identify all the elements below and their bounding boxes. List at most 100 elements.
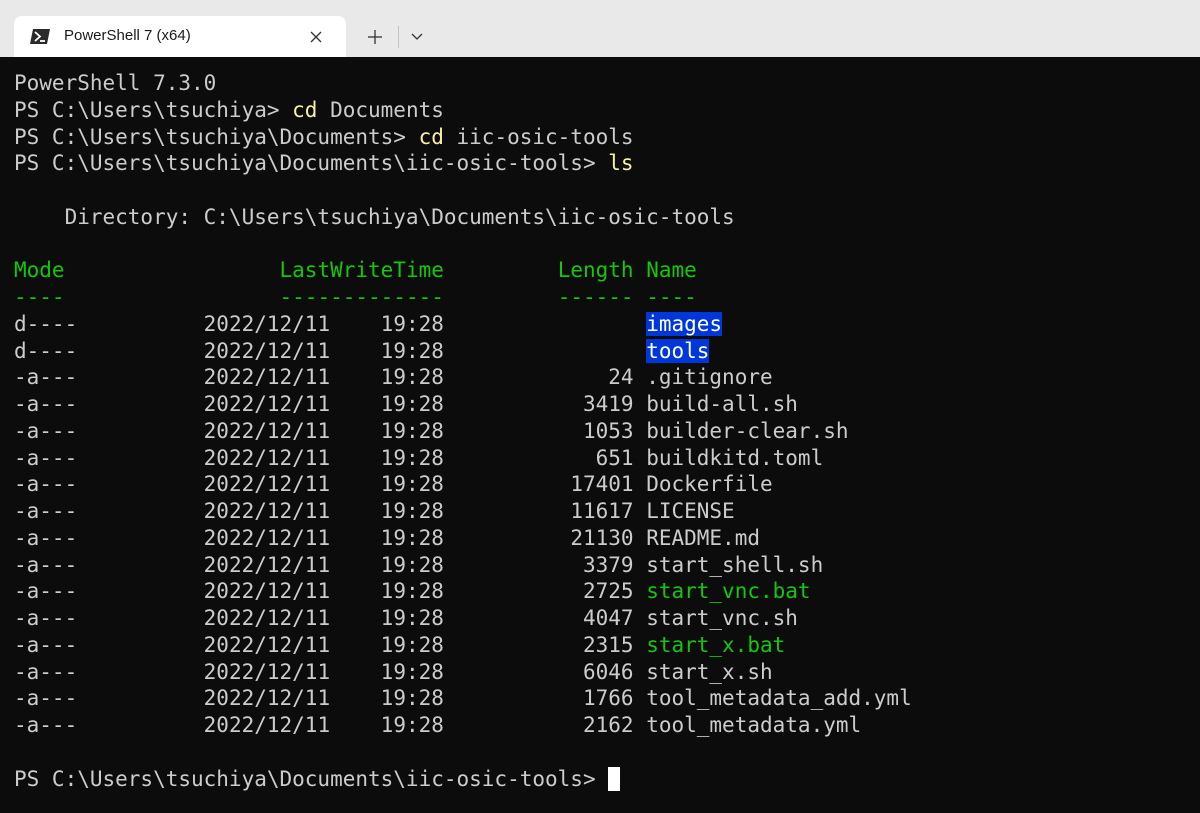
entry-length: 2725 [443,579,634,604]
entry-date: 2022/12/11 [203,499,331,523]
prompt: PS C:\Users\tsuchiya\Documents> [14,124,419,149]
entry-time: 19:28 [380,632,444,657]
entry-date: 2022/12/11 [203,713,331,737]
entry-mode: -a--- [14,632,204,657]
listing-row: -a--- 2022/12/11 19:28 17401 Dockerfile [14,472,773,496]
listing-row: d---- 2022/12/11 19:28 images [14,311,723,336]
entry-mode: -a--- [14,472,204,497]
header-underline: ---- [646,285,697,309]
entry-mode: -a--- [14,579,204,604]
tab-title: PowerShell 7 (x64) [64,27,191,44]
entry-mode: -a--- [14,525,204,550]
entry-length [444,312,634,336]
entry-mode: d---- [14,338,204,363]
entry-date: 2022/12/11 [203,418,331,443]
entry-name: build-all.sh [646,392,798,416]
entry-name: LICENSE [646,499,735,523]
command: ls [608,151,634,176]
banner-line: PowerShell 7.3.0 [14,71,217,95]
entry-length: 3379 [443,552,634,577]
entry-mode: d---- [14,311,204,336]
entry-name: images [646,311,723,336]
entry-name: start_vnc.bat [646,579,811,604]
command: cd [418,124,444,149]
listing-row: -a--- 2022/12/11 19:28 1766 tool_metadat… [14,686,912,710]
entry-time: 19:28 [380,445,444,470]
listing-row: -a--- 2022/12/11 19:28 651 buildkitd.tom… [14,446,823,470]
entry-length: 4047 [443,606,634,630]
entry-date: 2022/12/11 [203,338,331,363]
entry-mode: -a--- [14,713,204,737]
entry-name: start_x.sh [646,659,773,684]
entry-date: 2022/12/11 [203,606,331,630]
entry-time: 19:28 [380,418,444,443]
column-header-name: Name [646,258,697,283]
title-bar: PowerShell 7 (x64) [0,0,1200,57]
entry-time: 19:28 [380,606,444,630]
profiles-dropdown-button[interactable] [404,24,430,50]
terminal-pane[interactable]: PowerShell 7.3.0 PS C:\Users\tsuchiya> c… [0,57,1200,813]
column-header-mode: Mode [14,258,280,283]
listing-row: -a--- 2022/12/11 19:28 2162 tool_metadat… [14,713,861,737]
new-tab-button[interactable] [360,22,390,52]
listing-row: -a--- 2022/12/11 19:28 1053 builder-clea… [14,419,849,443]
text-cursor [608,766,621,791]
entry-length: 24 [443,365,634,390]
entry-name: tool_metadata_add.yml [646,686,912,711]
tab-powershell[interactable]: PowerShell 7 (x64) [14,16,346,57]
powershell-icon [30,29,50,44]
entry-time: 19:28 [380,659,444,684]
listing-row: -a--- 2022/12/11 19:28 24 .gitignore [14,365,773,389]
entry-mode: -a--- [14,659,204,684]
entry-length: 3419 [443,392,634,416]
command-args: Documents [317,97,444,122]
column-header-length: Length [557,258,634,283]
entry-date: 2022/12/11 [203,552,331,577]
prompt: PS C:\Users\tsuchiya\Documents\iic-osic-… [14,766,609,791]
header-underline: ------ [557,285,634,309]
entry-mode: -a--- [14,445,204,470]
entry-time: 19:28 [380,579,444,604]
listing-row: -a--- 2022/12/11 19:28 3379 start_shell.… [14,553,823,577]
listing-row: -a--- 2022/12/11 19:28 11617 LICENSE [14,499,735,523]
entry-length: 21130 [443,525,634,550]
entry-date: 2022/12/11 [203,659,331,684]
entry-date: 2022/12/11 [203,392,331,416]
directory-line: Directory: C:\Users\tsuchiya\Documents\i… [14,204,735,229]
entry-date: 2022/12/11 [203,525,331,550]
entry-date: 2022/12/11 [203,686,331,711]
entry-mode: -a--- [14,418,204,443]
entry-time: 19:28 [380,472,444,497]
entry-name: .gitignore [646,365,773,390]
listing-row: -a--- 2022/12/11 19:28 4047 start_vnc.sh [14,606,798,630]
close-tab-button[interactable] [304,25,328,49]
entry-date: 2022/12/11 [203,472,331,497]
entry-mode: -a--- [14,552,204,577]
header-underline: ---- [14,285,280,309]
chevron-down-icon [411,33,423,40]
entry-date: 2022/12/11 [203,445,331,470]
entry-date: 2022/12/11 [203,365,331,390]
entry-time: 19:28 [380,686,444,711]
entry-name: start_shell.sh [646,552,824,577]
entry-length: 6046 [443,659,634,684]
entry-name: tools [646,338,710,363]
entry-mode: -a--- [14,392,204,416]
entry-mode: -a--- [14,686,204,711]
command: cd [292,97,318,122]
entry-name: builder-clear.sh [646,418,849,443]
entry-name: start_vnc.sh [646,606,798,630]
listing-row: -a--- 2022/12/11 19:28 2725 start_vnc.ba… [14,579,811,603]
entry-length [444,339,634,363]
column-header-lastwritetime: LastWriteTime [279,258,444,283]
entry-time: 19:28 [380,499,444,523]
listing-row: -a--- 2022/12/11 19:28 2315 start_x.bat [14,633,785,657]
prompt: PS C:\Users\tsuchiya\Documents\iic-osic-… [14,151,609,176]
entry-time: 19:28 [380,713,444,737]
header-underline: ------------- [279,285,444,309]
listing-row: -a--- 2022/12/11 19:28 6046 start_x.sh [14,660,773,684]
terminal-output: PowerShell 7.3.0 PS C:\Users\tsuchiya> c… [14,70,912,792]
entry-date: 2022/12/11 [203,311,331,336]
entry-time: 19:28 [380,311,444,336]
close-icon [310,31,322,43]
